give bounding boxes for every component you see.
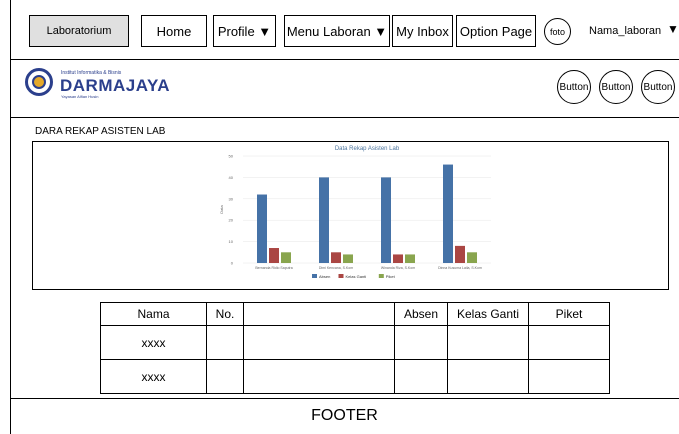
legend-label: Absen [319, 274, 330, 279]
y-tick-label: 0 [231, 261, 234, 266]
x-tick-label: Dinna Kusuma Laila, S.Kom [438, 266, 482, 270]
legend-label: Piket [386, 274, 396, 279]
bar-chart: Data Rekap Asisten Lab Data 0 10 20 30 40 50 Ber… [219, 146, 491, 279]
bar-piket [405, 254, 415, 263]
chart-title: Data Rekap Asisten Lab [335, 146, 400, 152]
x-tick-label: Bernanda Ridio Saputra [255, 266, 292, 270]
bar-kelas-ganti [455, 245, 465, 263]
cell-kelas-ganti [447, 325, 529, 360]
brand-name: DARMAJAYA [60, 76, 170, 95]
header-button-2[interactable]: Button [599, 70, 633, 104]
menu-laboran-menu[interactable]: Menu Laboran ▼ [284, 15, 390, 47]
col-header-blank [243, 302, 395, 326]
section-title: DARA REKAP ASISTEN LAB [35, 126, 166, 137]
bar-kelas-ganti [393, 254, 403, 263]
laboratorium-button[interactable]: Laboratorium [29, 15, 129, 47]
footer: FOOTER [10, 398, 679, 434]
bar-piket [281, 252, 291, 263]
bar-absen [257, 194, 267, 263]
col-header-nama: Nama [100, 302, 207, 326]
cell-blank [243, 359, 395, 394]
bar-piket [467, 252, 477, 263]
cell-nama: xxxx [100, 359, 207, 394]
cell-piket [528, 359, 610, 394]
legend-swatch [312, 274, 317, 278]
cell-piket [528, 325, 610, 360]
legend-swatch [378, 274, 384, 278]
x-tick-label: Dimi Kencana, S.Kom [319, 266, 353, 270]
y-tick-label: 40 [229, 175, 234, 180]
bar-absen [443, 164, 453, 263]
y-tick-label: 30 [229, 196, 234, 201]
home-button[interactable]: Home [141, 15, 207, 47]
option-page-button[interactable]: Option Page [456, 15, 536, 47]
bar-absen [319, 177, 329, 263]
yayasan-label: Yayasan Alfian Husin [61, 94, 99, 99]
table-header-row: Nama No. Absen Kelas Ganti Piket [100, 302, 610, 326]
bar-piket [343, 254, 353, 263]
cell-kelas-ganti [447, 359, 529, 394]
bar-kelas-ganti [269, 248, 279, 263]
avatar[interactable]: foto [544, 18, 571, 45]
col-header-piket: Piket [528, 302, 610, 326]
col-header-kelas-ganti: Kelas Ganti [447, 302, 529, 326]
rekap-table: Nama No. Absen Kelas Ganti Piket xxxx xx… [100, 302, 610, 394]
y-tick-label: 10 [229, 239, 234, 244]
header-button-3[interactable]: Button [641, 70, 675, 104]
bar-kelas-ganti [331, 252, 341, 263]
legend-label: Kelas Ganti [346, 274, 367, 279]
header-button-1[interactable]: Button [557, 70, 591, 104]
bar-absen [381, 177, 391, 263]
cell-nama: xxxx [100, 325, 207, 360]
x-tick-label: Winanda Riza, S.Kom [381, 266, 415, 270]
cell-no [206, 359, 244, 394]
cell-absen [394, 325, 448, 360]
legend-swatch [338, 274, 344, 278]
profile-menu[interactable]: Profile ▼ [213, 15, 276, 47]
cell-no [206, 325, 244, 360]
table-row: xxxx [100, 359, 610, 394]
darmajaya-logo-icon [25, 68, 53, 96]
chart-container: Data Rekap Asisten Lab Data 0 10 20 30 40 50 Ber… [32, 141, 669, 290]
cell-absen [394, 359, 448, 394]
cell-blank [243, 325, 395, 360]
chevron-down-icon[interactable]: ▼ [667, 22, 679, 36]
y-tick-label: 50 [229, 154, 234, 159]
col-header-no: No. [206, 302, 244, 326]
y-axis-label: Data [219, 205, 224, 214]
col-header-absen: Absen [394, 302, 448, 326]
y-tick-label: 20 [229, 218, 234, 223]
table-row: xxxx [100, 325, 610, 360]
username-label[interactable]: Nama_laboran [589, 25, 661, 37]
my-inbox-button[interactable]: My Inbox [392, 15, 453, 47]
